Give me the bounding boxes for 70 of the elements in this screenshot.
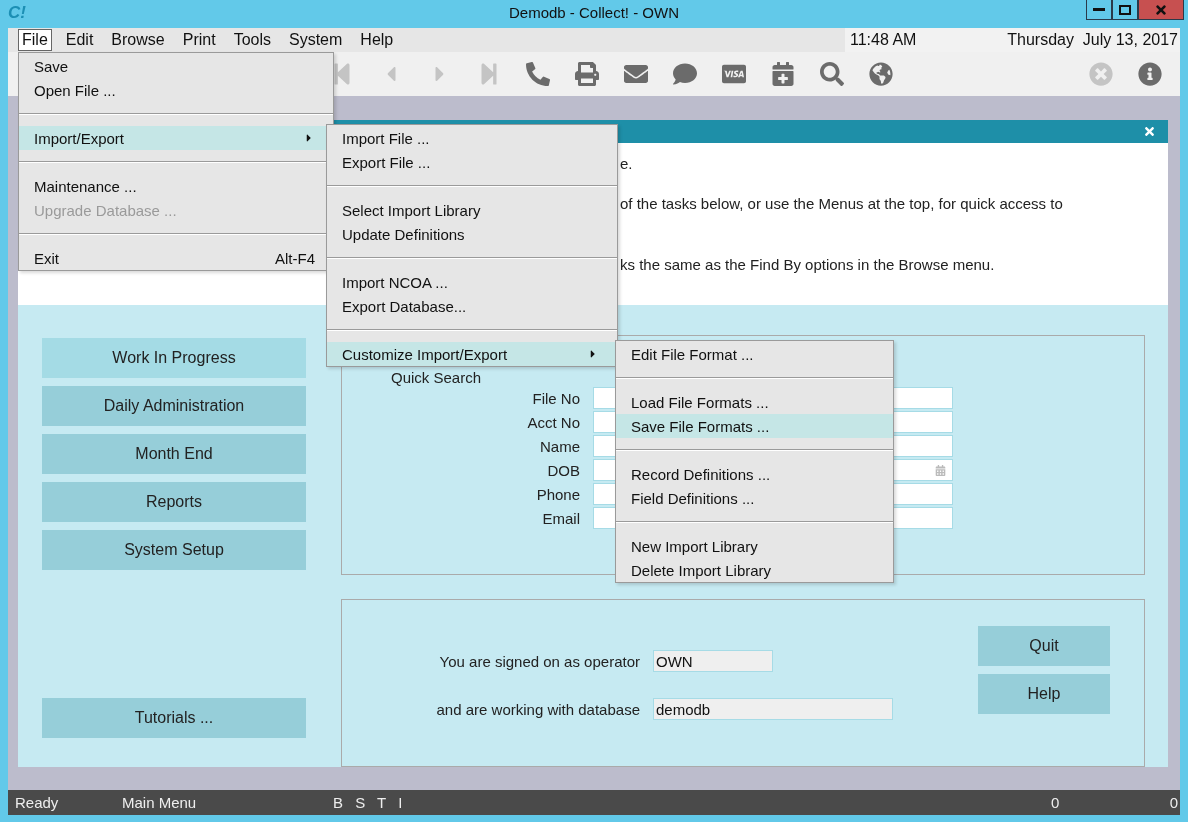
menu-item[interactable]: Save [19, 54, 333, 78]
calendar-plus-icon[interactable] [771, 62, 795, 86]
time-label: 11:48 AM [850, 31, 917, 49]
minimize-icon [1093, 8, 1105, 11]
status-count: 0 [1169, 794, 1178, 811]
maximize-icon [1119, 4, 1131, 15]
close-icon [1154, 2, 1168, 17]
menu-bar-item[interactable]: Browse [107, 29, 169, 51]
app-logo: C! [8, 3, 26, 23]
menu-item[interactable]: New Import Library [616, 534, 893, 558]
menu-bar-item[interactable]: Tools [229, 29, 275, 51]
status-count: 0 [1051, 794, 1060, 811]
menu-item[interactable]: Customize Import/Export [327, 342, 617, 366]
field-label: Phone [536, 485, 580, 503]
phone-icon[interactable] [526, 62, 550, 86]
action-button[interactable]: Help [978, 674, 1110, 714]
nav-button[interactable]: Daily Administration [42, 386, 306, 426]
date-label: Thursday July 13, 2017 [1007, 31, 1178, 49]
menu-bar-item[interactable]: System [285, 29, 347, 51]
window-title: Demodb - Collect! - OWN [508, 4, 679, 21]
minimize-button[interactable] [1086, 0, 1112, 20]
status-flags: B S T I [333, 794, 404, 811]
menu-bar-item[interactable]: Help [356, 29, 398, 51]
field-label: Acct No [527, 413, 580, 431]
menu-bar-item[interactable]: Print [178, 29, 220, 51]
intro-text: of the tasks below, or use the Menus at the top, for quick access to [620, 195, 1063, 213]
printer-icon[interactable] [575, 62, 599, 86]
tutorials-button[interactable]: Tutorials ... [42, 698, 306, 738]
action-button[interactable]: Quit [978, 626, 1110, 666]
menu-item[interactable]: Update Definitions [327, 222, 617, 246]
maximize-button[interactable] [1112, 0, 1138, 20]
menu-item[interactable]: Field Definitions ... [616, 486, 893, 510]
menu-item[interactable]: Edit File Format ... [616, 342, 893, 366]
menu-item[interactable]: Save File Formats ... [616, 414, 893, 438]
shortcut-label: Alt-F4 [275, 249, 315, 267]
credit-card-icon[interactable] [722, 62, 746, 86]
status-text: Ready [14, 794, 60, 811]
speech-bubble-icon[interactable] [673, 62, 697, 86]
envelope-icon[interactable] [624, 62, 648, 86]
menu-item[interactable]: Load File Formats ... [616, 390, 893, 414]
input-field[interactable]: demodb [653, 698, 893, 720]
menu-bar-item[interactable]: Edit [61, 29, 98, 51]
input-field[interactable]: OWN [653, 650, 773, 672]
menu-item[interactable]: Export Database... [327, 294, 617, 318]
field-label: Name [540, 437, 580, 455]
nav-button[interactable]: Work In Progress [42, 338, 306, 378]
field-label: and are working with database [436, 700, 640, 718]
field-label: File No [532, 389, 580, 407]
globe-icon[interactable] [869, 62, 893, 86]
menu-item[interactable]: Import NCOA ... [327, 270, 617, 294]
field-label: You are signed on as operator [439, 652, 640, 670]
search-icon[interactable] [820, 62, 844, 86]
nav-button[interactable]: Month End [42, 434, 306, 474]
info-icon[interactable] [1138, 62, 1162, 86]
menu-item[interactable]: Delete Import Library [616, 558, 893, 582]
field-label: Email [542, 509, 580, 527]
intro-text: ks the same as the Find By options in the Browse menu. [620, 256, 995, 274]
menu-item[interactable]: Record Definitions ... [616, 462, 893, 486]
nav-button[interactable]: Reports [42, 482, 306, 522]
menu-item[interactable]: Select Import Library [327, 198, 617, 222]
menu-item[interactable]: Open File ... [19, 78, 333, 102]
field-label: DOB [547, 461, 580, 479]
menu-bar-item[interactable]: File [18, 29, 52, 51]
nav-button[interactable]: System Setup [42, 530, 306, 570]
close-button[interactable] [1138, 0, 1184, 20]
intro-text: e. [620, 155, 633, 173]
status-text: Main Menu [122, 794, 198, 811]
close-icon[interactable] [1143, 125, 1156, 138]
group-title: Quick Search [391, 369, 482, 386]
menu-item[interactable]: Export File ... [327, 150, 617, 174]
